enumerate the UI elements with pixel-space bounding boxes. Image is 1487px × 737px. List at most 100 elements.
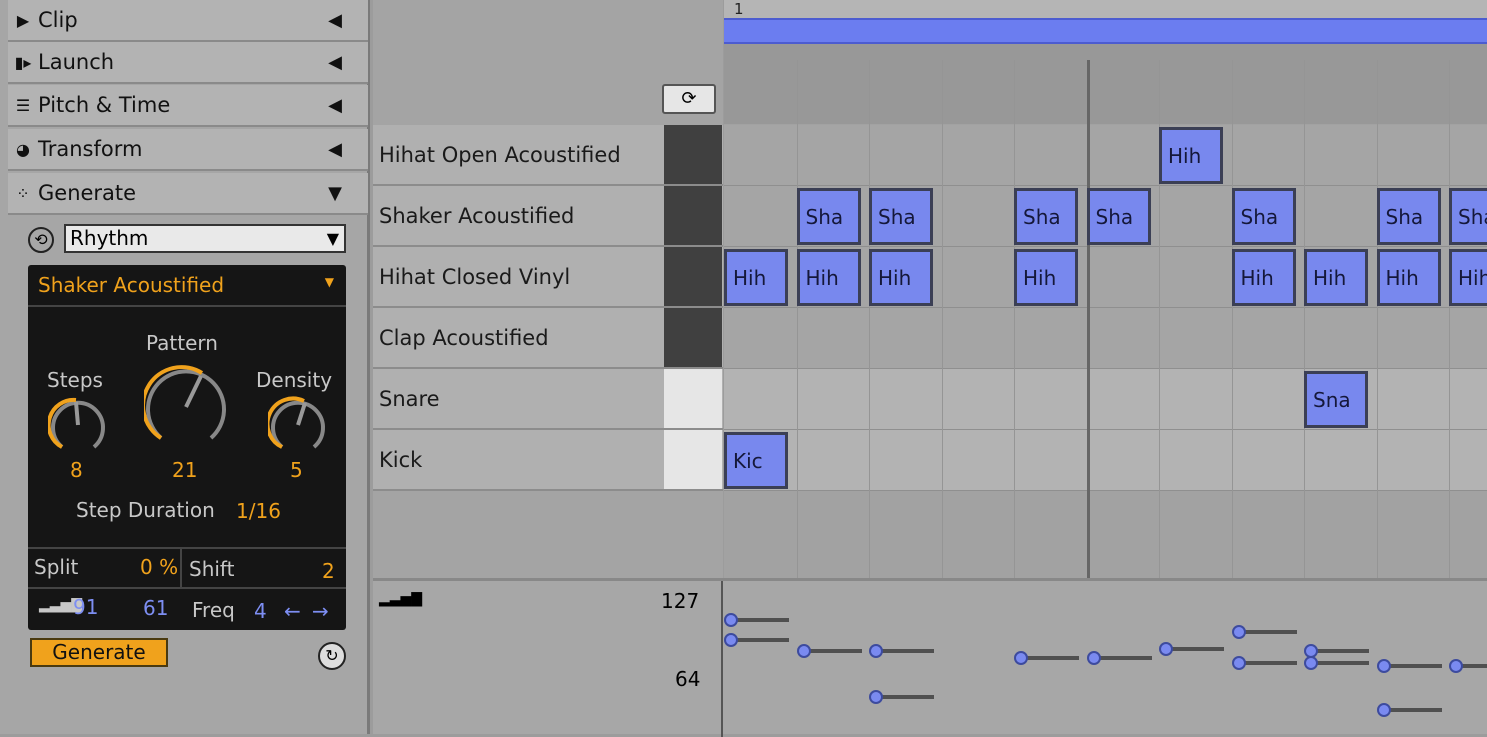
midi-note[interactable]: Sha <box>869 188 933 245</box>
arrow-right-icon[interactable]: → <box>312 599 329 623</box>
collapse-arrow-icon[interactable]: ◀ <box>328 52 342 73</box>
grid-row[interactable] <box>724 125 1487 186</box>
pattern-knob[interactable] <box>144 365 228 449</box>
steps-label: Steps <box>47 368 103 392</box>
track-row[interactable]: Clap Acoustified <box>373 308 723 369</box>
reset-icon[interactable]: ⟲ <box>28 227 54 253</box>
track-row[interactable]: Shaker Acoustified <box>373 186 723 247</box>
velocity-handle[interactable] <box>869 690 883 705</box>
velocity-value[interactable]: 91 <box>73 595 98 619</box>
midi-note[interactable]: Sha <box>796 188 861 245</box>
midi-note[interactable]: Hih <box>1449 249 1487 306</box>
grid-row[interactable] <box>724 308 1487 369</box>
velocity-handle[interactable] <box>1231 655 1246 670</box>
section-launch[interactable]: ▮▸ Launch ◀ <box>8 42 368 84</box>
target-track-select[interactable]: Shaker Acoustified ▼ <box>28 265 346 307</box>
grid-line <box>869 60 870 580</box>
midi-note[interactable]: Sha <box>1376 188 1441 245</box>
section-clip[interactable]: ▶ Clip ◀ <box>8 0 368 42</box>
section-transform[interactable]: ◕ Transform ◀ <box>8 129 368 171</box>
midi-note[interactable]: Hih <box>1159 127 1223 184</box>
midi-note[interactable]: Hih <box>1304 249 1368 306</box>
split-label: Split <box>34 555 79 579</box>
track-color-swatch[interactable] <box>664 369 722 428</box>
velocity-handle[interactable] <box>724 633 738 648</box>
split-value[interactable]: 0 % <box>140 555 178 579</box>
transform-icon: ◕ <box>16 139 30 159</box>
track-color-swatch[interactable] <box>664 125 722 184</box>
tick-64: 64 <box>675 667 701 691</box>
grid-row[interactable] <box>724 369 1487 430</box>
track-row[interactable]: Hihat Open Acoustified <box>373 125 723 186</box>
velocity-stem <box>876 649 934 654</box>
velocity-handle[interactable] <box>1014 650 1028 665</box>
loop-toggle-icon[interactable]: ⟳ <box>662 84 716 114</box>
velocity-handle[interactable] <box>724 613 738 628</box>
velocity-handle[interactable] <box>1231 624 1246 639</box>
velocity-stem <box>803 649 862 654</box>
velocity-handle[interactable] <box>1376 659 1391 674</box>
midi-note[interactable]: Hih <box>724 249 788 306</box>
grid-line <box>941 60 943 580</box>
arrow-left-icon[interactable]: ← <box>284 599 301 623</box>
midi-note[interactable]: Sna <box>1304 371 1368 428</box>
section-pitch-time[interactable]: ☰ Pitch & Time ◀ <box>8 85 368 127</box>
midi-note[interactable]: Hih <box>1014 249 1078 306</box>
velocity-handle[interactable] <box>869 644 883 659</box>
midi-note[interactable]: Hih <box>796 249 861 306</box>
velocity-stem <box>1021 655 1079 660</box>
grid-row[interactable] <box>724 430 1487 491</box>
steps-knob[interactable] <box>48 395 108 455</box>
track-color-swatch[interactable] <box>664 247 722 306</box>
track-color-swatch[interactable] <box>664 186 722 245</box>
shift-value[interactable]: 2 <box>322 559 335 583</box>
collapse-arrow-icon[interactable]: ◀ <box>328 95 342 116</box>
velocity-handle[interactable] <box>796 644 811 659</box>
loop-brace[interactable] <box>724 18 1487 44</box>
track-row[interactable]: Hihat Closed Vinyl <box>373 247 723 308</box>
bar-number: 1 <box>734 0 744 18</box>
track-row[interactable]: Kick <box>373 430 723 491</box>
regenerate-icon[interactable]: ↻ <box>318 642 346 670</box>
density-knob[interactable] <box>268 395 328 455</box>
velocity-stem <box>731 618 789 623</box>
velocity-handle[interactable] <box>1376 702 1391 717</box>
track-row[interactable]: Snare <box>373 369 723 430</box>
velocity-lane[interactable]: ▂▃▅▇ 127 64 <box>373 578 1487 737</box>
midi-note[interactable]: Kic <box>724 432 788 489</box>
generator-select[interactable]: Rhythm ▼ <box>64 224 346 253</box>
step-duration-value[interactable]: 1/16 <box>236 499 281 523</box>
velocity-range-value[interactable]: 61 <box>143 596 168 620</box>
midi-note[interactable]: Sha <box>1231 188 1296 245</box>
track-color-swatch[interactable] <box>664 430 722 489</box>
track-color-swatch[interactable] <box>664 308 722 367</box>
track-name: Clap Acoustified <box>379 326 549 350</box>
midi-note[interactable]: Sha <box>1086 188 1151 245</box>
section-generate[interactable]: ⁘ Generate ▼ <box>8 173 368 215</box>
track-name: Snare <box>379 387 440 411</box>
midi-note[interactable]: Hih <box>1231 249 1296 306</box>
timeline-ruler[interactable]: 1 <box>724 0 1487 20</box>
velocity-handle[interactable] <box>1449 659 1463 674</box>
pattern-value: 21 <box>172 458 198 482</box>
velocity-handle[interactable] <box>1086 650 1101 665</box>
grid-line <box>1449 60 1450 580</box>
freq-value[interactable]: 4 <box>254 599 267 623</box>
shift-label: Shift <box>189 557 235 581</box>
midi-note[interactable]: Hih <box>1376 249 1441 306</box>
velocity-stem <box>1093 655 1152 660</box>
expand-arrow-icon[interactable]: ▼ <box>328 183 342 204</box>
collapse-arrow-icon[interactable]: ◀ <box>328 139 342 160</box>
midi-note[interactable]: Hih <box>869 249 933 306</box>
velocity-stem <box>1383 707 1442 712</box>
rhythm-generator-panel: Shaker Acoustified ▼ Pattern Steps Densit… <box>28 265 346 630</box>
collapse-arrow-icon[interactable]: ◀ <box>328 10 342 31</box>
midi-note[interactable]: Sha <box>1014 188 1078 245</box>
velocity-stem <box>1311 649 1369 654</box>
midi-note[interactable]: Sha <box>1449 188 1487 245</box>
pitch-time-icon: ☰ <box>15 95 31 115</box>
velocity-handle[interactable] <box>1159 641 1173 656</box>
generate-button[interactable]: Generate <box>30 638 168 667</box>
grid-line <box>1376 60 1378 580</box>
velocity-handle[interactable] <box>1304 655 1318 670</box>
